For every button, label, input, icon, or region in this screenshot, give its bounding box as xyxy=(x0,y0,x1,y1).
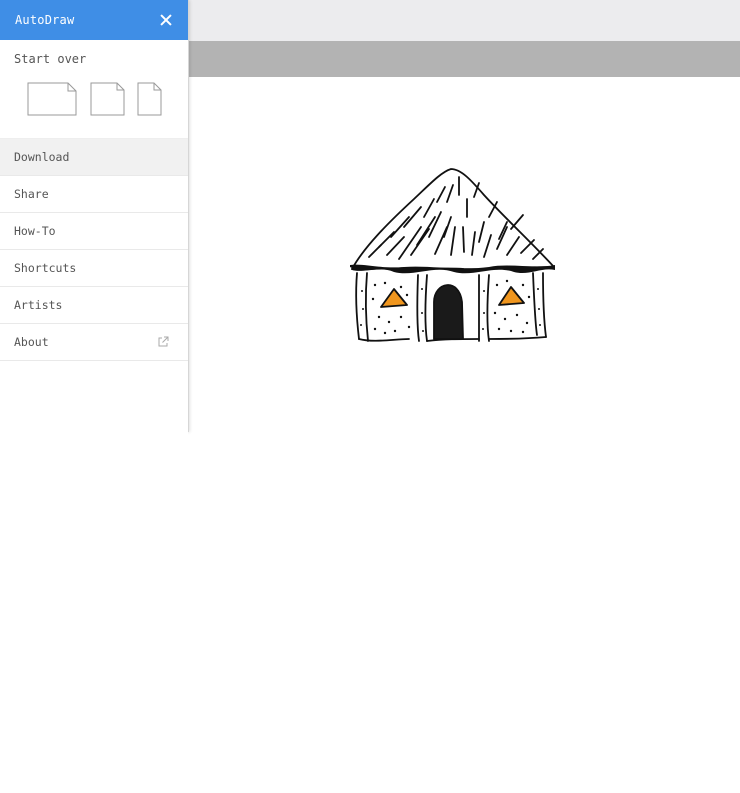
side-drawer: AutoDraw Start over Download Share How-T… xyxy=(0,0,189,793)
menu-item-about[interactable]: About xyxy=(0,324,188,361)
drawing-canvas[interactable] xyxy=(189,77,740,432)
close-icon[interactable] xyxy=(158,12,174,28)
app-title: AutoDraw xyxy=(15,13,75,27)
menu-item-download[interactable]: Download xyxy=(0,139,188,176)
external-link-icon xyxy=(158,336,169,347)
start-over-label: Start over xyxy=(14,52,87,66)
portrait-page-icon[interactable] xyxy=(137,82,162,116)
menu-item-share[interactable]: Share xyxy=(0,176,188,213)
drawer-menu: Download Share How-To Shortcuts Artists … xyxy=(0,139,188,361)
drawer-header: AutoDraw xyxy=(0,0,188,40)
menu-item-label: Shortcuts xyxy=(14,261,77,275)
menu-item-label: About xyxy=(14,335,49,349)
menu-item-label: Artists xyxy=(14,298,63,312)
menu-item-shortcuts[interactable]: Shortcuts xyxy=(0,250,188,287)
square-page-icon[interactable] xyxy=(90,82,125,116)
landscape-page-icon[interactable] xyxy=(27,82,77,116)
menu-item-label: How-To xyxy=(14,224,56,238)
toolbar-strip xyxy=(189,41,740,77)
menu-item-label: Share xyxy=(14,187,49,201)
hut-drawing xyxy=(350,168,555,342)
top-bar xyxy=(189,0,740,41)
menu-item-how-to[interactable]: How-To xyxy=(0,213,188,250)
menu-item-artists[interactable]: Artists xyxy=(0,287,188,324)
drawer-empty-area xyxy=(0,361,188,793)
menu-item-label: Download xyxy=(14,150,70,164)
start-over-section: Start over xyxy=(0,40,188,139)
